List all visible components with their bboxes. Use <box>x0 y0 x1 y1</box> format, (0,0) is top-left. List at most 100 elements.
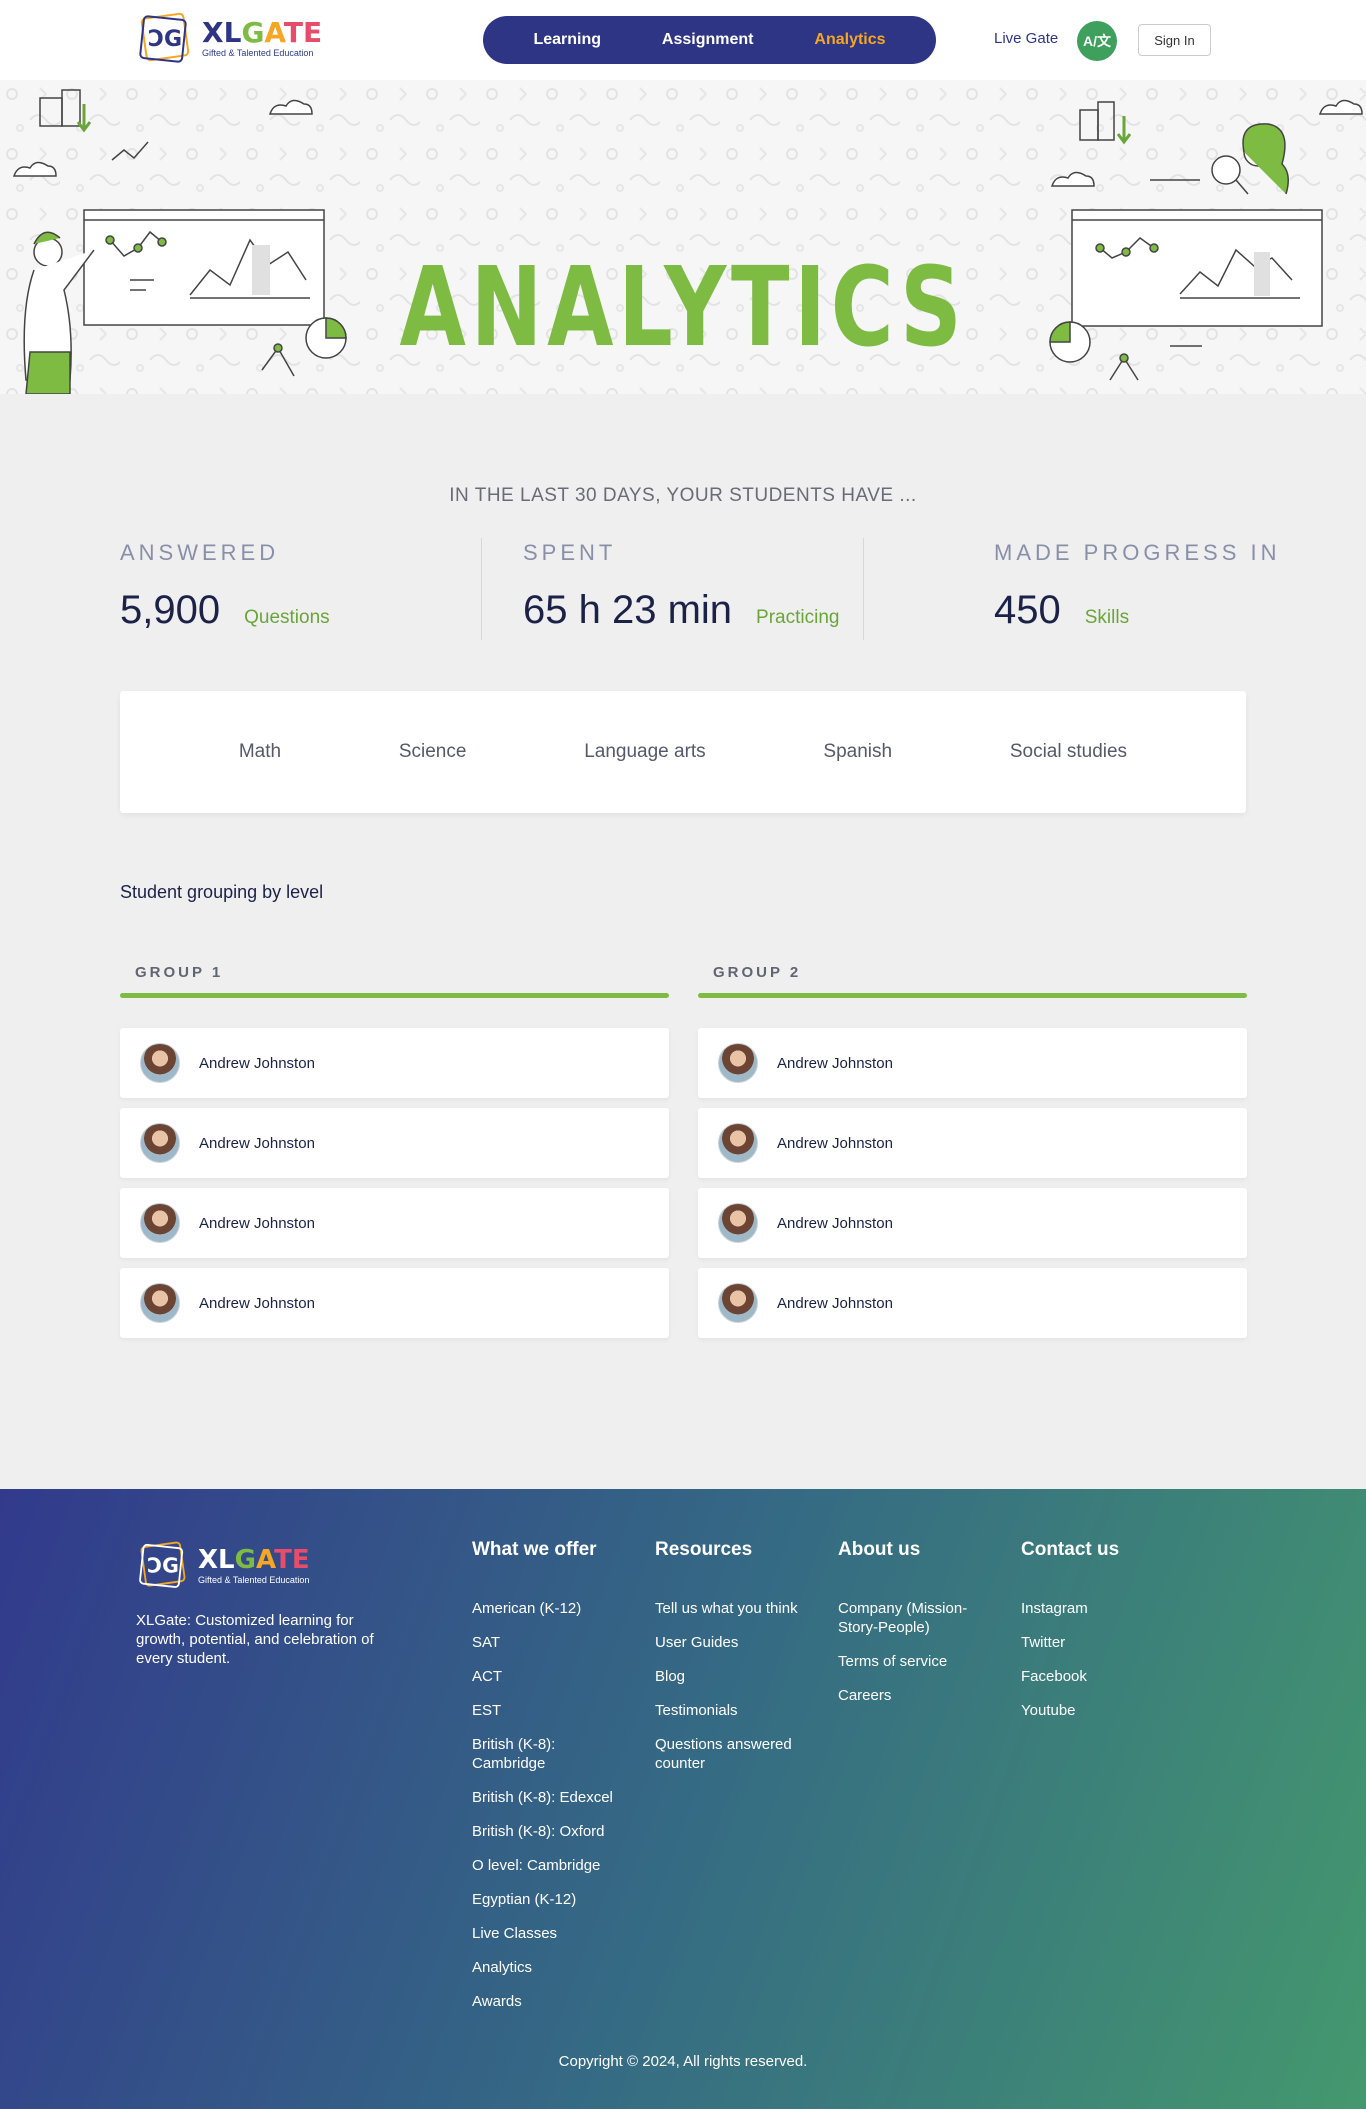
stat-unit: Skills <box>1084 607 1130 628</box>
stat-progress: MADE PROGRESS IN 450 Skills <box>994 540 1280 633</box>
live-gate-link[interactable]: Live Gate <box>994 30 1058 47</box>
footer-link[interactable]: British (K-8): Edexcel <box>472 1788 613 1807</box>
tab-social-studies[interactable]: Social studies <box>1010 741 1127 763</box>
footer-column-title: About us <box>838 1539 921 1560</box>
footer-link[interactable]: Company (Mission-Story-People) <box>838 1599 978 1637</box>
footer-link[interactable]: American (K-12) <box>472 1599 613 1618</box>
student-card[interactable]: Andrew Johnston <box>120 1108 669 1178</box>
avatar <box>718 1283 758 1323</box>
stats-intro: IN THE LAST 30 DAYS, YOUR STUDENTS HAVE … <box>449 485 917 506</box>
student-name: Andrew Johnston <box>199 1134 315 1152</box>
stat-label: SPENT <box>523 540 617 565</box>
avatar <box>718 1203 758 1243</box>
brand-tagline: Gifted & Talented Education <box>202 48 314 58</box>
svg-text:ƆG: ƆG <box>147 1553 179 1577</box>
stat-value: 5,900 <box>120 588 221 632</box>
student-name: Andrew Johnston <box>777 1214 893 1232</box>
avatar <box>718 1123 758 1163</box>
footer-link[interactable]: British (K-8): Oxford <box>472 1822 613 1841</box>
xlgate-logo-icon: ƆG <box>139 12 190 63</box>
stat-label: MADE PROGRESS IN <box>994 540 1281 565</box>
student-card[interactable]: Andrew Johnston <box>698 1188 1247 1258</box>
student-card[interactable]: Andrew Johnston <box>698 1268 1247 1338</box>
analytics-hero: ANALYTICS <box>0 80 1366 394</box>
xlgate-logo-icon: ƆG <box>139 1541 186 1588</box>
footer-link[interactable]: Tell us what you think <box>655 1599 805 1618</box>
footer-link[interactable]: O level: Cambridge <box>472 1856 613 1875</box>
footer-link-facebook[interactable]: Facebook <box>1021 1667 1119 1686</box>
group-title: GROUP 1 <box>135 964 224 981</box>
footer-link[interactable]: Awards <box>472 1992 613 2011</box>
footer-link[interactable]: EST <box>472 1701 613 1720</box>
avatar <box>140 1283 180 1323</box>
brand-wordmark: XLGATE <box>202 16 323 49</box>
footer-description: XLGate: Customized learning for growth, … <box>136 1612 374 1667</box>
svg-text:ƆG: ƆG <box>148 27 182 52</box>
group-2: GROUP 2 Andrew Johnston Andrew Johnston … <box>698 964 1247 1338</box>
student-name: Andrew Johnston <box>777 1134 893 1152</box>
nav-assignment[interactable]: Assignment <box>662 31 754 49</box>
avatar <box>140 1203 180 1243</box>
footer-link[interactable]: Analytics <box>472 1958 613 1977</box>
student-name: Andrew Johnston <box>199 1294 315 1312</box>
brand-tagline: Gifted & Talented Education <box>198 1575 310 1585</box>
footer-link[interactable]: Questions answered counter <box>655 1735 805 1773</box>
footer-link[interactable]: Blog <box>655 1667 805 1686</box>
footer-column-title: Contact us <box>1021 1539 1120 1560</box>
footer-link[interactable]: Live Classes <box>472 1924 613 1943</box>
nav-analytics[interactable]: Analytics <box>814 31 885 49</box>
student-card[interactable]: Andrew Johnston <box>120 1268 669 1338</box>
stat-divider <box>863 538 864 640</box>
group-1: GROUP 1 Andrew Johnston Andrew Johnston … <box>120 964 669 1338</box>
stat-divider <box>481 538 482 640</box>
stat-value: 450 <box>994 588 1061 632</box>
tab-science[interactable]: Science <box>399 741 467 763</box>
footer-logo[interactable]: ƆG XLGATE Gifted & Talented Education <box>136 1539 310 1591</box>
footer-link[interactable]: Testimonials <box>655 1701 805 1720</box>
site-footer: ƆG XLGATE Gifted & Talented Education XL… <box>0 1489 1366 2109</box>
student-name: Andrew Johnston <box>199 1214 315 1232</box>
tab-language-arts[interactable]: Language arts <box>584 741 706 763</box>
footer-link-twitter[interactable]: Twitter <box>1021 1633 1119 1652</box>
nav-learning[interactable]: Learning <box>533 31 601 49</box>
footer-column-resources: Resources Tell us what you think User Gu… <box>655 1539 805 1788</box>
brand-wordmark: XLGATE <box>198 1545 310 1575</box>
footer-link[interactable]: Egyptian (K-12) <box>472 1890 613 1909</box>
footer-column-title: Resources <box>655 1539 753 1560</box>
group-underline <box>120 993 669 998</box>
footer-column-about: About us Company (Mission-Story-People) … <box>838 1539 978 1720</box>
stat-answered: ANSWERED 5,900 Questions <box>120 540 330 633</box>
tab-math[interactable]: Math <box>239 741 281 763</box>
avatar <box>718 1043 758 1083</box>
student-card[interactable]: Andrew Johnston <box>698 1028 1247 1098</box>
student-name: Andrew Johnston <box>777 1294 893 1312</box>
site-header: ƆG XLGATE Gifted & Talented Education Le… <box>0 0 1366 80</box>
footer-link-youtube[interactable]: Youtube <box>1021 1701 1119 1720</box>
stat-unit: Practicing <box>756 607 840 628</box>
student-card[interactable]: Andrew Johnston <box>120 1028 669 1098</box>
footer-link-instagram[interactable]: Instagram <box>1021 1599 1119 1618</box>
tab-spanish[interactable]: Spanish <box>823 741 892 763</box>
group-underline <box>698 993 1247 998</box>
copyright: Copyright © 2024, All rights reserved. <box>558 2053 808 2070</box>
sign-in-button[interactable]: Sign In <box>1138 24 1211 56</box>
subject-tabs: Math Science Language arts Spanish Socia… <box>120 691 1246 813</box>
avatar <box>140 1123 180 1163</box>
footer-link[interactable]: British (K-8): Cambridge <box>472 1735 602 1773</box>
footer-link[interactable]: SAT <box>472 1633 613 1652</box>
stat-label: ANSWERED <box>120 540 280 565</box>
hero-title: ANALYTICS <box>399 243 967 371</box>
footer-link[interactable]: Terms of service <box>838 1652 978 1671</box>
stat-spent: SPENT 65 h 23 min Practicing <box>523 540 839 633</box>
footer-link[interactable]: Careers <box>838 1686 978 1705</box>
avatar <box>140 1043 180 1083</box>
language-toggle-button[interactable]: A/文 <box>1077 21 1117 61</box>
footer-link[interactable]: ACT <box>472 1667 613 1686</box>
footer-column-title: What we offer <box>472 1539 597 1560</box>
brand-logo[interactable]: ƆG XLGATE Gifted & Talented Education <box>136 10 322 66</box>
stat-unit: Questions <box>244 607 330 628</box>
stat-value: 65 h 23 min <box>523 588 733 632</box>
footer-link[interactable]: User Guides <box>655 1633 805 1652</box>
student-card[interactable]: Andrew Johnston <box>120 1188 669 1258</box>
student-card[interactable]: Andrew Johnston <box>698 1108 1247 1178</box>
